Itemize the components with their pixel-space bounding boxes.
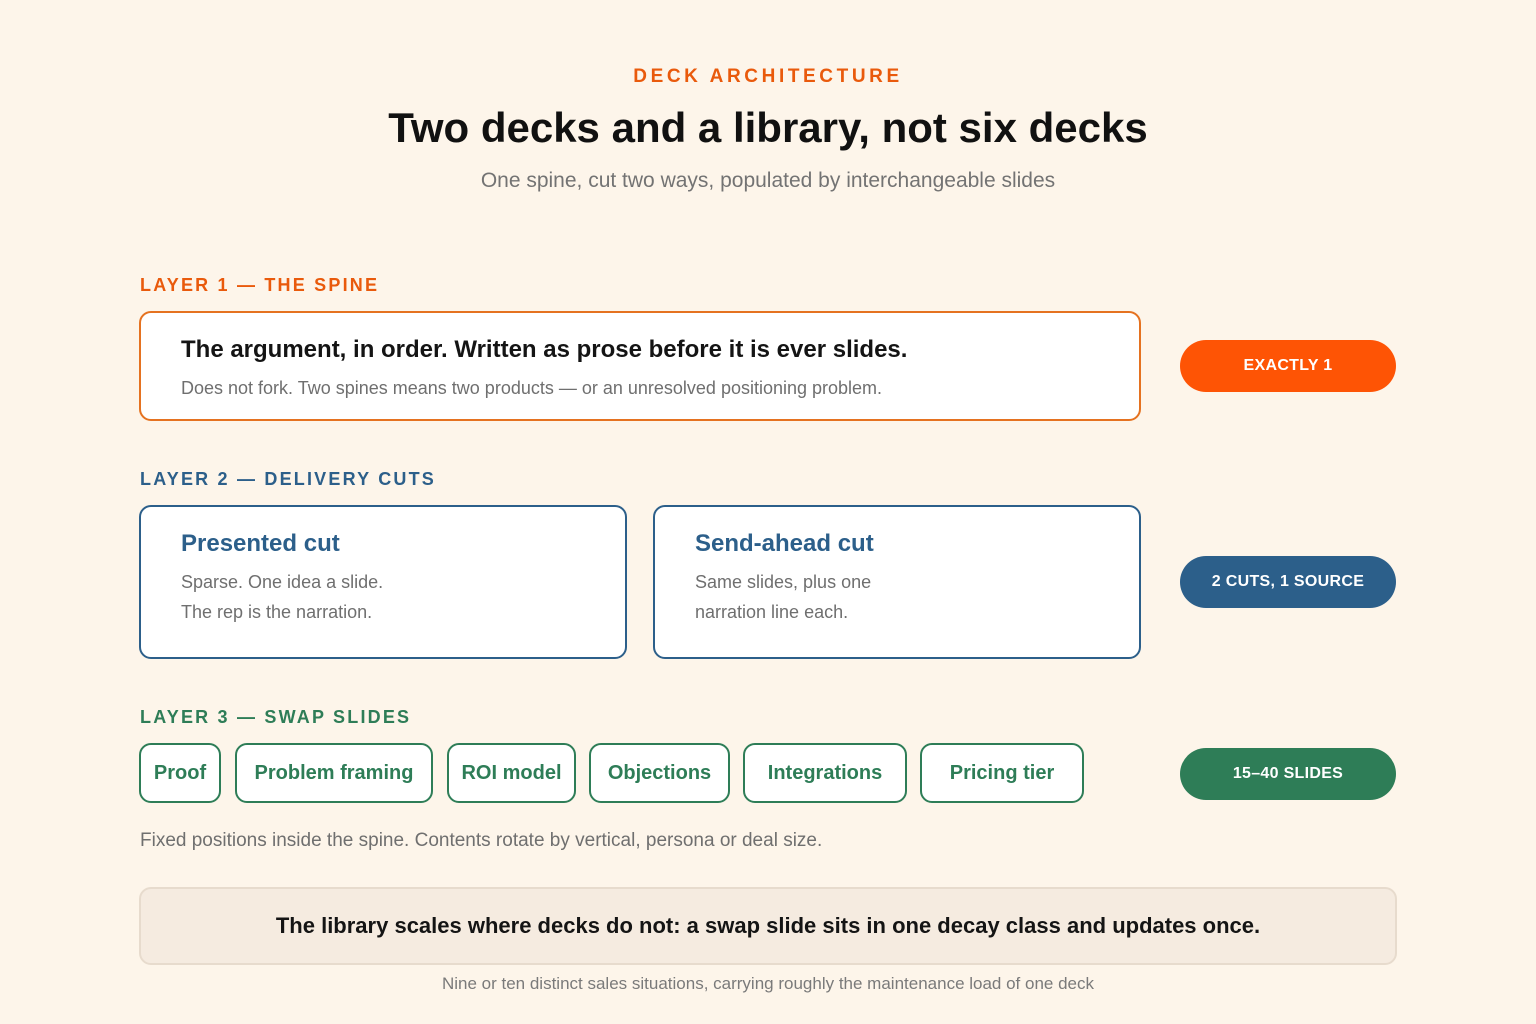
- page-eyebrow: DECK ARCHITECTURE: [633, 66, 903, 87]
- layer-1-label: LAYER 1 — THE SPINE: [140, 275, 380, 295]
- swap-slide-chip-roi-model: ROI model: [447, 743, 576, 803]
- swap-slide-chip-integrations: Integrations: [743, 743, 907, 803]
- cut-card-title: Send-ahead cut: [695, 530, 874, 557]
- swap-slides-note: Fixed positions inside the spine. Conten…: [140, 830, 823, 851]
- cut-card-line: Same slides, plus one: [695, 572, 872, 592]
- send-ahead-cut-card: Send-ahead cut Same slides, plus one nar…: [653, 505, 1141, 659]
- swap-slide-chip-pricing-tier: Pricing tier: [920, 743, 1084, 803]
- layer-2-label: LAYER 2 — DELIVERY CUTS: [140, 469, 436, 489]
- cut-card-line: Sparse. One idea a slide.: [181, 572, 384, 592]
- page-title: Two decks and a library, not six decks: [388, 104, 1148, 151]
- library-callout-text: The library scales where decks do not: a…: [275, 913, 1261, 938]
- page-subtitle: One spine, cut two ways, populated by in…: [480, 169, 1056, 192]
- spine-card-description: Does not fork. Two spines means two prod…: [181, 378, 883, 398]
- spine-card-title: The argument, in order. Written as prose…: [181, 336, 908, 363]
- footnote: Nine or ten distinct sales situations, c…: [441, 974, 1095, 993]
- library-callout: The library scales where decks do not: a…: [139, 887, 1397, 965]
- swap-slide-chip-proof: Proof: [139, 743, 221, 803]
- cut-card-line: The rep is the narration.: [181, 602, 373, 622]
- spine-count-badge: EXACTLY 1: [1180, 340, 1396, 392]
- presented-cut-card: Presented cut Sparse. One idea a slide. …: [139, 505, 627, 659]
- slides-count-badge: 15–40 SLIDES: [1180, 748, 1396, 800]
- swap-slide-chip-objections: Objections: [589, 743, 730, 803]
- layer-3-label: LAYER 3 — SWAP SLIDES: [140, 707, 412, 727]
- cut-card-line: narration line each.: [695, 602, 849, 622]
- spine-card: The argument, in order. Written as prose…: [139, 311, 1141, 421]
- cuts-count-badge: 2 CUTS, 1 SOURCE: [1180, 556, 1396, 608]
- swap-slide-chip-problem-framing: Problem framing: [235, 743, 433, 803]
- cut-card-title: Presented cut: [181, 530, 340, 557]
